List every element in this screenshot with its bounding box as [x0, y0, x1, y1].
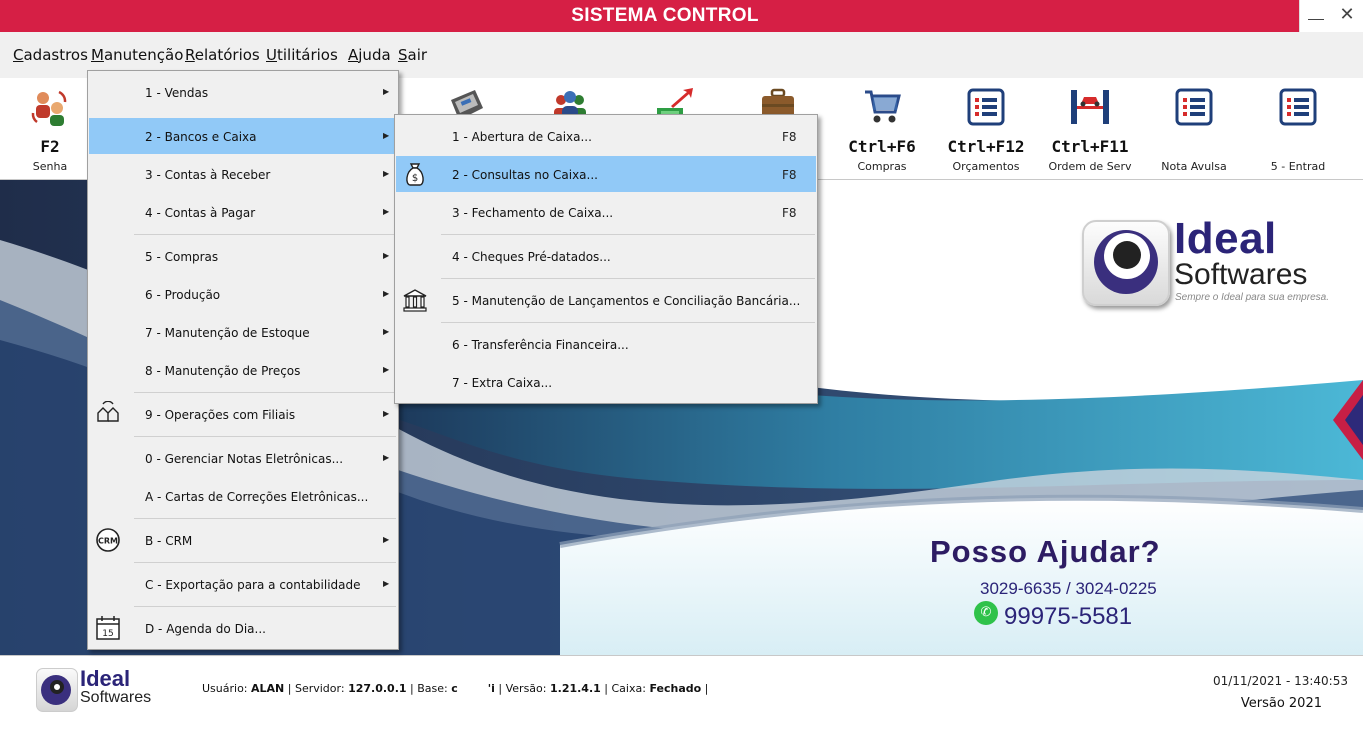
menu-separator: [134, 562, 396, 563]
close-button[interactable]: ✕: [1331, 0, 1363, 32]
chevron-right-icon: ▶: [383, 535, 390, 544]
submenu-item-abertura-caixa[interactable]: 1 - Abertura de Caixa... F8: [396, 118, 816, 154]
menu-separator: [134, 436, 396, 437]
chevron-right-icon: ▶: [383, 251, 390, 260]
ideal-softwares-small-logo: Ideal Softwares: [36, 666, 176, 716]
submenu-item-extra-caixa[interactable]: 7 - Extra Caixa...: [396, 364, 816, 400]
shopping-cart-icon: [865, 90, 901, 123]
toolbar-label: Compras: [857, 160, 907, 173]
chevron-right-icon: ▶: [383, 327, 390, 336]
chevron-right-icon: ▶: [383, 365, 390, 374]
toolbar-key: Ctrl+F12: [947, 137, 1025, 156]
help-title: Posso Ajudar?: [930, 534, 1161, 569]
menu-manutencao[interactable]: Manutenção: [91, 46, 183, 64]
window-title: SISTEMA CONTROL: [571, 5, 759, 26]
menu-item-producao[interactable]: 6 - Produção ▶: [89, 276, 397, 312]
manutencao-dropdown-menu: 1 - Vendas ▶ 2 - Bancos e Caixa ▶ 3 - Cont…: [87, 70, 399, 650]
toolbar-nota-avulsa-button[interactable]: Nota Avulsa: [1142, 78, 1246, 178]
toolbar-label: 5 - Entrad: [1270, 160, 1326, 173]
menu-sair[interactable]: Sair: [398, 46, 427, 64]
menu-item-cartas-correcoes[interactable]: A - Cartas de Correções Eletrônicas...: [89, 478, 397, 514]
toolbar-key: Ctrl+F11: [1051, 137, 1129, 156]
toolbar-key: Ctrl+F6: [848, 137, 916, 156]
bancos-caixa-submenu: 1 - Abertura de Caixa... F8 $ 2 - Consult…: [394, 114, 818, 404]
calendar-icon: 15: [96, 616, 120, 640]
car-lift-icon: [1071, 90, 1109, 124]
menu-item-vendas[interactable]: 1 - Vendas ▶: [89, 74, 397, 110]
menu-item-precos[interactable]: 8 - Manutenção de Preços ▶: [89, 352, 397, 388]
menu-item-contas-pagar[interactable]: 4 - Contas à Pagar ▶: [89, 194, 397, 230]
menu-separator: [441, 322, 815, 323]
chevron-right-icon: ▶: [383, 453, 390, 462]
branches-icon: [97, 401, 119, 422]
minimize-button[interactable]: [1299, 0, 1331, 32]
menu-separator: [134, 392, 396, 393]
money-bag-icon: $: [406, 163, 424, 186]
status-info: Usuário: ALAN | Servidor: 127.0.0.1 | Ba…: [202, 682, 709, 695]
submenu-item-conciliacao-bancaria[interactable]: 5 - Manutenção de Lançamentos e Concilia…: [396, 282, 816, 318]
toolbar-orcamentos-button[interactable]: Ctrl+F12 Orçamentos: [934, 78, 1038, 178]
menu-item-notas-eletronicas[interactable]: 0 - Gerenciar Notas Eletrônicas... ▶: [89, 440, 397, 476]
status-datetime: 01/11/2021 - 13:40:53: [1212, 674, 1348, 688]
menu-ajuda[interactable]: Ajuda: [348, 46, 391, 64]
help-phones: 3029-6635 / 3024-0225: [980, 579, 1157, 598]
menu-relatorios[interactable]: Relatórios: [185, 46, 260, 64]
chevron-right-icon: ▶: [383, 169, 390, 178]
menu-separator: [441, 278, 815, 279]
menu-item-crm[interactable]: CRM B - CRM ▶: [89, 522, 397, 558]
svg-text:15: 15: [102, 629, 113, 639]
list-icon: [1279, 88, 1317, 126]
menu-utilitarios[interactable]: Utilitários: [266, 46, 338, 64]
submenu-item-consultas-caixa[interactable]: $ 2 - Consultas no Caixa... F8: [396, 156, 816, 192]
minimize-icon: [1308, 19, 1324, 20]
chevron-right-icon: ▶: [383, 207, 390, 216]
menu-separator: [441, 234, 815, 235]
list-icon: [967, 88, 1005, 126]
toolbar-ordem-servico-button[interactable]: Ctrl+F11 Ordem de Serv: [1038, 78, 1142, 178]
toolbar-entrada-button[interactable]: 5 - Entrad: [1246, 78, 1350, 178]
menu-item-exportacao-contabilidade[interactable]: C - Exportação para a contabilidade ▶: [89, 566, 397, 602]
menu-separator: [134, 518, 396, 519]
help-whatsapp-number: 99975-5581: [1004, 603, 1133, 630]
chevron-right-icon: ▶: [383, 579, 390, 588]
whatsapp-icon: ✆: [974, 601, 998, 625]
toolbar-label: Ordem de Serv: [1048, 160, 1132, 173]
menu-separator: [134, 234, 396, 235]
menu-item-estoque[interactable]: 7 - Manutenção de Estoque ▶: [89, 314, 397, 350]
menu-item-bancos-e-caixa[interactable]: 2 - Bancos e Caixa ▶: [89, 118, 397, 154]
menu-separator: [134, 606, 396, 607]
password-users-icon: [31, 90, 67, 126]
bank-icon: [403, 289, 427, 312]
menu-cadastros[interactable]: Cadastros: [13, 46, 88, 64]
submenu-item-fechamento-caixa[interactable]: 3 - Fechamento de Caixa... F8: [396, 194, 816, 230]
list-icon: [1175, 88, 1213, 126]
ideal-softwares-logo: Ideal Softwares Sempre o Ideal para sua …: [1082, 214, 1342, 310]
menu-item-agenda-dia[interactable]: 15 D - Agenda do Dia...: [89, 610, 397, 646]
toolbar-compras-button[interactable]: Ctrl+F6 Compras: [830, 78, 934, 178]
chevron-right-icon: ▶: [383, 131, 390, 140]
title-bar: SISTEMA CONTROL ✕: [0, 0, 1363, 32]
menu-item-compras[interactable]: 5 - Compras ▶: [89, 238, 397, 274]
crm-icon: CRM: [96, 528, 120, 552]
chevron-right-icon: ▶: [383, 409, 390, 418]
svg-text:CRM: CRM: [98, 537, 118, 546]
menu-item-contas-receber[interactable]: 3 - Contas à Receber ▶: [89, 156, 397, 192]
chevron-right-icon: ▶: [383, 87, 390, 96]
close-icon: ✕: [1339, 4, 1355, 25]
svg-text:$: $: [412, 173, 418, 184]
status-product-version: Versão 2021: [1240, 696, 1322, 711]
submenu-item-cheques-predatados[interactable]: 4 - Cheques Pré-datados...: [396, 238, 816, 274]
menu-item-filiais[interactable]: 9 - Operações com Filiais ▶: [89, 396, 397, 432]
chevron-right-icon: ▶: [383, 289, 390, 298]
status-bar: Ideal Softwares Usuário: ALAN | Servidor…: [0, 655, 1363, 729]
toolbar-label: Orçamentos: [952, 160, 1020, 173]
submenu-item-transferencia-financeira[interactable]: 6 - Transferência Financeira...: [396, 326, 816, 362]
toolbar-label: Nota Avulsa: [1161, 160, 1227, 173]
